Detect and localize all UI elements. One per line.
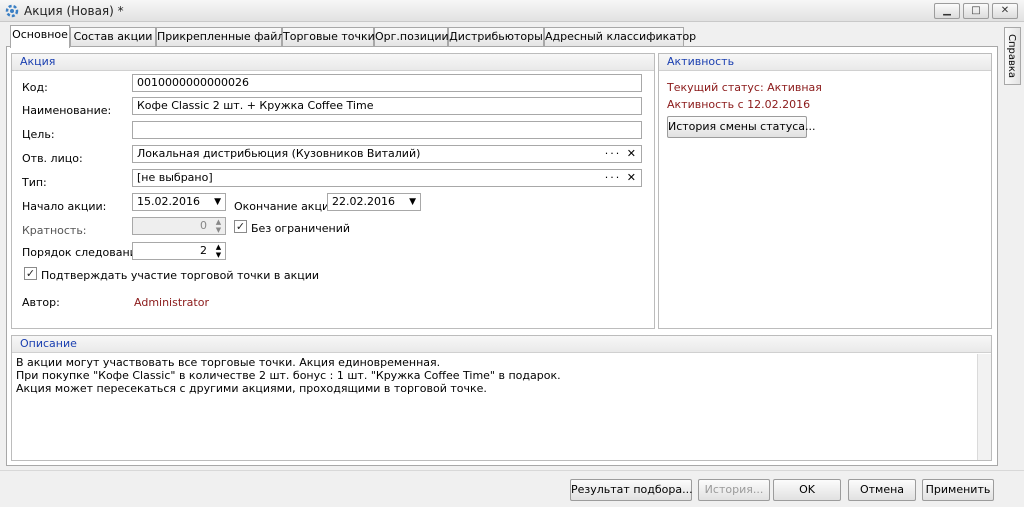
- apply-button[interactable]: Применить: [922, 479, 994, 501]
- action-group-caption: Акция: [12, 54, 654, 71]
- responsible-value: Локальная дистрибьюция (Кузовников Витал…: [137, 147, 421, 160]
- start-date-label: Начало акции:: [22, 200, 107, 213]
- close-button[interactable]: ✕: [992, 3, 1018, 19]
- activity-group: Активность Текущий статус: Активная Акти…: [658, 53, 992, 329]
- maximize-button[interactable]: □: [963, 3, 989, 19]
- name-value: Кофе Classic 2 шт. + Кружка Coffee Time: [137, 99, 374, 112]
- bottom-button-bar: Результат подбора... История... OK Отмен…: [0, 470, 1024, 507]
- responsible-field[interactable]: Локальная дистрибьюция (Кузовников Витал…: [132, 145, 642, 163]
- tab-main[interactable]: Основное: [10, 25, 70, 48]
- order-value: 2: [200, 244, 207, 257]
- tab-attached-files[interactable]: Прикрепленные файлы: [156, 27, 293, 47]
- end-date-label: Окончание акции:: [234, 200, 340, 213]
- tab-outlets[interactable]: Торговые точки: [282, 27, 375, 47]
- type-value: [не выбрано]: [137, 171, 213, 184]
- author-value: Administrator: [134, 296, 209, 309]
- ok-button[interactable]: OK: [773, 479, 841, 501]
- type-select-icon[interactable]: ···: [605, 171, 622, 184]
- title-bar: Акция (Новая) * ▁ □ ✕: [0, 0, 1024, 22]
- order-spin-icon[interactable]: ▲ ▼: [214, 243, 223, 259]
- name-label: Наименование:: [22, 104, 112, 117]
- activity-group-caption: Активность: [659, 54, 991, 71]
- multiplicity-stepper: 0 ▲ ▼: [132, 217, 226, 235]
- end-date-picker[interactable]: 22.02.2016 ▼: [327, 193, 421, 211]
- end-date-value: 22.02.2016: [332, 195, 395, 208]
- author-label: Автор:: [22, 296, 60, 309]
- tab-content-main: Акция Код: 0010000000000026 Наименование…: [6, 46, 998, 466]
- minimize-button[interactable]: ▁: [934, 3, 960, 19]
- code-field[interactable]: 0010000000000026: [132, 74, 642, 92]
- type-actions: ··· ✕: [605, 170, 638, 186]
- cancel-button[interactable]: Отмена: [848, 479, 916, 501]
- code-value: 0010000000000026: [137, 76, 249, 89]
- multiplicity-label: Кратность:: [22, 224, 87, 237]
- selection-result-button[interactable]: Результат подбора...: [570, 479, 693, 501]
- app-gear-icon: [5, 4, 19, 18]
- type-clear-icon[interactable]: ✕: [627, 171, 638, 184]
- multiplicity-up-icon: ▲: [215, 218, 222, 226]
- action-group: Акция Код: 0010000000000026 Наименование…: [11, 53, 655, 329]
- current-status-text: Текущий статус: Активная: [667, 81, 822, 94]
- multiplicity-spin-icon: ▲ ▼: [214, 218, 223, 234]
- tab-distributors[interactable]: Дистрибьюторы: [448, 27, 544, 47]
- status-history-button[interactable]: История смены статуса...: [667, 116, 816, 138]
- responsible-actions: ··· ✕: [605, 146, 638, 162]
- unlimited-checkbox[interactable]: ✓: [234, 220, 247, 233]
- tab-org-positions[interactable]: Орг.позиции: [374, 27, 449, 47]
- confirm-participation-checkbox[interactable]: ✓: [24, 267, 37, 280]
- confirm-participation-label: Подтверждать участие торговой точки в ак…: [41, 269, 320, 282]
- order-up-icon[interactable]: ▲: [216, 243, 221, 251]
- description-group: Описание В акции могут участвовать все т…: [11, 335, 992, 461]
- start-date-picker[interactable]: 15.02.2016 ▼: [132, 193, 226, 211]
- name-field[interactable]: Кофе Classic 2 шт. + Кружка Coffee Time: [132, 97, 642, 115]
- unlimited-label: Без ограничений: [251, 222, 350, 235]
- tab-action-content[interactable]: Состав акции: [70, 27, 156, 47]
- responsible-label: Отв. лицо:: [22, 152, 83, 165]
- order-stepper[interactable]: 2 ▲ ▼: [132, 242, 226, 260]
- order-down-icon[interactable]: ▼: [216, 251, 221, 259]
- history-button: История...: [698, 479, 770, 501]
- goal-field[interactable]: [132, 121, 642, 139]
- description-scrollbar[interactable]: [977, 354, 991, 460]
- help-side-tab-label: Справка: [1006, 34, 1017, 79]
- description-textarea[interactable]: В акции могут участвовать все торговые т…: [16, 356, 976, 395]
- type-label: Тип:: [22, 176, 47, 189]
- responsible-select-icon[interactable]: ···: [605, 147, 622, 160]
- description-group-caption: Описание: [12, 336, 991, 353]
- code-label: Код:: [22, 81, 48, 94]
- window-title: Акция (Новая) *: [24, 4, 124, 18]
- multiplicity-value: 0: [200, 219, 207, 232]
- start-date-value: 15.02.2016: [137, 195, 200, 208]
- start-date-dropdown-icon[interactable]: ▼: [214, 194, 221, 210]
- goal-label: Цель:: [22, 128, 55, 141]
- multiplicity-down-icon: ▼: [215, 226, 222, 234]
- help-side-tab[interactable]: Справка: [1004, 27, 1021, 85]
- end-date-dropdown-icon[interactable]: ▼: [409, 194, 416, 210]
- tab-address-classifier[interactable]: Адресный классификатор: [544, 27, 696, 47]
- responsible-clear-icon[interactable]: ✕: [627, 147, 638, 160]
- active-since-text: Активность с 12.02.2016: [667, 98, 811, 111]
- order-label: Порядок следования:: [22, 246, 148, 259]
- type-field[interactable]: [не выбрано] ··· ✕: [132, 169, 642, 187]
